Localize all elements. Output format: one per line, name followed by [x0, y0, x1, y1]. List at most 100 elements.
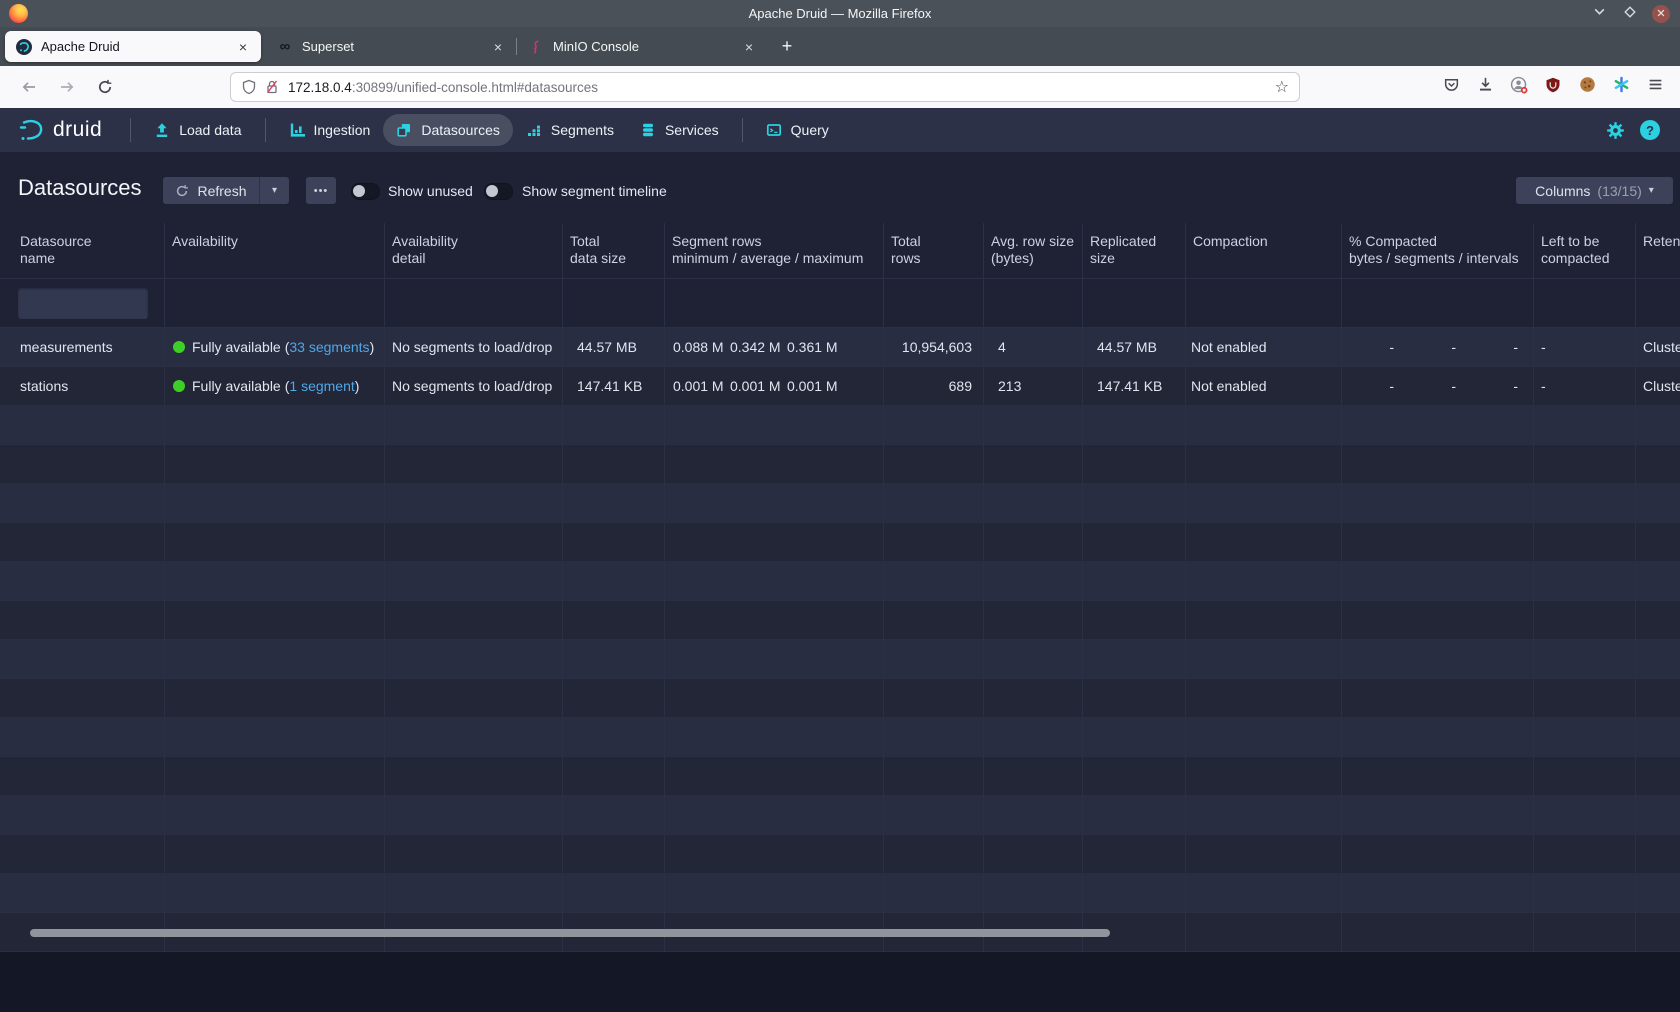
column-header-total-rows[interactable]: Totalrows: [884, 223, 984, 278]
tab-minio-console[interactable]: MinIO Console×: [517, 31, 767, 62]
cell-availability_detail: [385, 835, 563, 873]
segments-link[interactable]: 33 segments: [289, 339, 369, 355]
tab-apache-druid[interactable]: Apache Druid×: [5, 31, 261, 62]
window-maximize-diamond-button[interactable]: [1621, 5, 1639, 23]
column-header-compaction[interactable]: Compaction: [1186, 223, 1342, 278]
ublock-origin-button[interactable]: [1538, 72, 1568, 102]
cell-pct_compacted: [1342, 835, 1534, 873]
window-close-button[interactable]: [1652, 5, 1670, 23]
column-header-compacted-bytes-segments-intervals[interactable]: % Compactedbytes / segments / intervals: [1342, 223, 1534, 278]
refresh-split-button: Refresh ▾: [163, 177, 289, 204]
columns-label: Columns: [1535, 183, 1590, 199]
horizontal-scrollbar[interactable]: [30, 929, 1110, 937]
cell-replicated_size: [1083, 406, 1186, 444]
column-header-availability-detail[interactable]: Availabilitydetail: [385, 223, 563, 278]
tab-close-icon[interactable]: ×: [488, 37, 508, 57]
bookmark-star-icon[interactable]: ☆: [1275, 77, 1289, 97]
nav-item-load-data[interactable]: Load data: [141, 114, 254, 146]
column-header-datasource-name[interactable]: Datasourcename: [0, 223, 165, 278]
column-header-total-data-size[interactable]: Totaldata size: [563, 223, 665, 278]
refresh-dropdown-button[interactable]: ▾: [259, 177, 289, 204]
superset-favicon-icon: ∞: [277, 39, 293, 55]
datasource-row-stations[interactable]: stationsFully available(1 segment)No seg…: [0, 367, 1680, 406]
column-header-retention[interactable]: Retention: [1636, 223, 1680, 278]
window-chevron-down-button[interactable]: [1590, 5, 1608, 23]
cell-replicated_size: 147.41 KB: [1083, 367, 1186, 405]
refresh-button[interactable]: Refresh: [163, 177, 259, 204]
cell-availability: [165, 679, 385, 717]
ingestion-icon: [289, 122, 305, 138]
tab-close-icon[interactable]: ×: [739, 37, 759, 57]
nav-item-segments[interactable]: Segments: [513, 114, 627, 146]
back-button[interactable]: [14, 72, 44, 102]
column-header-availability[interactable]: Availability: [165, 223, 385, 278]
cell-replicated_size: [1083, 796, 1186, 834]
segment-rows-value: 0.088 M: [673, 339, 730, 355]
datasource-row-measurements[interactable]: measurementsFully available(33 segments)…: [0, 328, 1680, 367]
menu-button[interactable]: [1640, 72, 1670, 102]
extension-button[interactable]: [1606, 72, 1636, 102]
column-header-avg-row-size-bytes[interactable]: Avg. row size(bytes): [984, 223, 1083, 278]
datasource-filter-input[interactable]: [18, 288, 148, 319]
column-header-line: Availability: [172, 233, 377, 250]
caret-down-icon: ▾: [1649, 185, 1654, 196]
account-button[interactable]: [1504, 72, 1534, 102]
cell-availability_detail: [385, 796, 563, 834]
cookie-button[interactable]: [1572, 72, 1602, 102]
columns-picker-button[interactable]: Columns (13/15) ▾: [1516, 177, 1673, 204]
druid-logo[interactable]: druid: [18, 118, 102, 142]
insecure-lock-icon[interactable]: [264, 79, 280, 95]
maximize-diamond-icon: [1624, 5, 1636, 23]
paren-close: ): [370, 339, 375, 355]
cell-compaction: [1186, 796, 1342, 834]
shield-icon[interactable]: [241, 79, 257, 95]
column-header-left-to-be-compacted[interactable]: Left to becompacted: [1534, 223, 1636, 278]
nav-item-ingestion[interactable]: Ingestion: [276, 114, 384, 146]
cell-avg_row_size: [984, 523, 1083, 561]
tab-superset[interactable]: ∞Superset×: [266, 31, 516, 62]
cell-segment_rows: [665, 601, 884, 639]
forward-button[interactable]: [52, 72, 82, 102]
services-icon: [640, 122, 656, 138]
show-unused-toggle[interactable]: [351, 183, 380, 200]
new-tab-button[interactable]: +: [773, 33, 801, 61]
more-actions-button[interactable]: •••: [306, 177, 336, 204]
nav-item-datasources[interactable]: Datasources: [383, 114, 513, 146]
cell-value: 44.57 MB: [1097, 339, 1157, 355]
column-header-segment-rows-minimum-average-maximum[interactable]: Segment rowsminimum / average / maximum: [665, 223, 884, 278]
cell-retention: [1636, 679, 1680, 717]
cell-pct_compacted: [1342, 406, 1534, 444]
help-icon[interactable]: ?: [1640, 120, 1660, 140]
cell-value: 147.41 KB: [577, 378, 642, 394]
cell-total_rows: [884, 835, 984, 873]
url-bar[interactable]: 172.18.0.4:30899/unified-console.html#da…: [230, 72, 1300, 102]
tab-close-icon[interactable]: ×: [233, 37, 253, 57]
cell-name: [0, 835, 165, 873]
cell-compaction: [1186, 406, 1342, 444]
column-header-line: size: [1090, 250, 1178, 267]
cell-avg_row_size: 4: [984, 328, 1083, 366]
settings-gear-icon[interactable]: [1606, 121, 1625, 140]
show-segment-timeline-toggle[interactable]: [484, 183, 513, 200]
column-header-replicated-size[interactable]: Replicatedsize: [1083, 223, 1186, 278]
pocket-button[interactable]: [1436, 72, 1466, 102]
segments-link[interactable]: 1 segment: [289, 378, 354, 394]
nav-item-services[interactable]: Services: [627, 114, 732, 146]
datasource-name[interactable]: stations: [20, 378, 68, 394]
cell-compaction: [1186, 757, 1342, 795]
nav-item-query[interactable]: Query: [753, 114, 842, 146]
datasource-name[interactable]: measurements: [20, 339, 113, 355]
url-text[interactable]: 172.18.0.4:30899/unified-console.html#da…: [288, 80, 1275, 95]
empty-row: [0, 523, 1680, 562]
cell-compaction: [1186, 913, 1342, 951]
cell-segment_rows: [665, 718, 884, 756]
cell-total_data_size: [563, 679, 665, 717]
cell-left_to_be_compacted: [1534, 913, 1636, 951]
reload-button[interactable]: [90, 72, 120, 102]
url-path: :30899/unified-console.html#datasources: [352, 80, 598, 95]
tab-title: MinIO Console: [553, 39, 739, 54]
forward-arrow-icon: [59, 79, 75, 95]
download-button[interactable]: [1470, 72, 1500, 102]
column-header-line: Segment rows: [672, 233, 876, 250]
refresh-label: Refresh: [197, 183, 246, 199]
